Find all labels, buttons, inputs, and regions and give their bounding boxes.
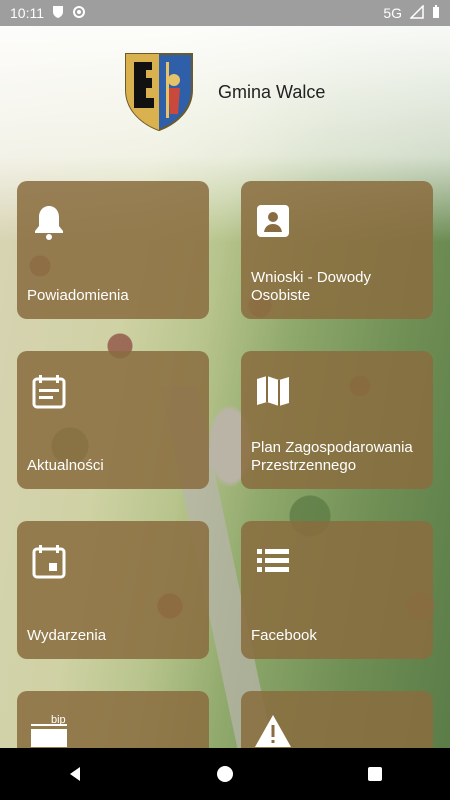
navigation-bar xyxy=(0,748,450,800)
tile-plan-zagospodarowania[interactable]: Plan Zagospodarowania Przestrzennego xyxy=(241,351,433,489)
tile-warning[interactable] xyxy=(241,691,433,748)
coat-of-arms-logo xyxy=(124,52,194,132)
bip-icon: bip xyxy=(29,711,69,748)
tile-wydarzenia[interactable]: Wydarzenia xyxy=(17,521,209,659)
tile-bip[interactable]: bip xyxy=(17,691,209,748)
status-bar: 10:11 5G xyxy=(0,0,450,26)
tile-label: Wnioski - Dowody Osobiste xyxy=(251,269,372,304)
recents-icon[interactable] xyxy=(355,754,395,794)
tile-label: Aktualności xyxy=(27,457,104,474)
app-title: Gmina Walce xyxy=(218,82,326,102)
tile-grid: Powiadomienia Wnioski - Dowody Osobiste … xyxy=(0,181,450,748)
app-header: Gmina Walce xyxy=(0,26,450,176)
calendar-text-icon xyxy=(29,371,69,411)
calendar-icon xyxy=(29,541,69,581)
tile-label: Wydarzenia xyxy=(27,627,107,644)
tile-label: Facebook xyxy=(251,627,317,644)
map-icon xyxy=(253,371,293,411)
gear-icon xyxy=(72,5,86,22)
tile-powiadomienia[interactable]: Powiadomienia xyxy=(17,181,209,319)
home-icon[interactable] xyxy=(205,754,245,794)
network-label: 5G xyxy=(383,5,402,21)
warning-icon xyxy=(253,711,293,748)
battery-icon xyxy=(432,4,440,22)
tile-aktualnosci[interactable]: Aktualności xyxy=(17,351,209,489)
back-icon[interactable] xyxy=(55,754,95,794)
status-time: 10:11 xyxy=(10,5,44,21)
signal-icon xyxy=(409,3,424,22)
tile-label: Powiadomienia xyxy=(27,287,129,304)
contact-card-icon xyxy=(253,201,293,241)
shield-icon xyxy=(52,5,64,22)
tile-facebook[interactable]: Facebook xyxy=(241,521,433,659)
list-icon xyxy=(253,541,293,581)
svg-text:bip: bip xyxy=(51,714,66,726)
bell-icon xyxy=(29,201,69,241)
tile-label: Plan Zagospodarowania Przestrzennego xyxy=(251,439,413,474)
tile-wnioski-dowody-osobiste[interactable]: Wnioski - Dowody Osobiste xyxy=(241,181,433,319)
